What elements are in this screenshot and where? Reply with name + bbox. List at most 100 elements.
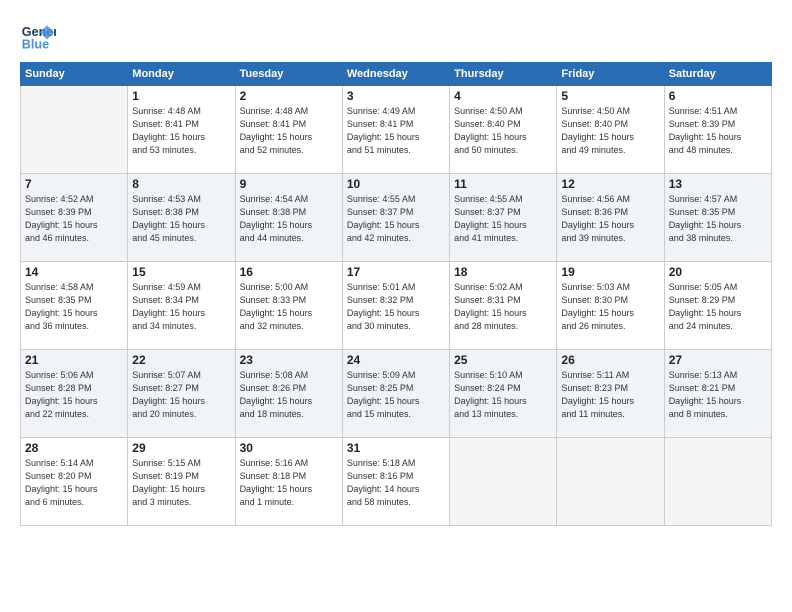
cell-info: Sunrise: 4:55 AM Sunset: 8:37 PM Dayligh… bbox=[454, 193, 552, 245]
day-number: 10 bbox=[347, 177, 445, 191]
day-number: 20 bbox=[669, 265, 767, 279]
calendar-cell bbox=[664, 438, 771, 526]
calendar-cell: 10 Sunrise: 4:55 AM Sunset: 8:37 PM Dayli… bbox=[342, 174, 449, 262]
day-number: 30 bbox=[240, 441, 338, 455]
calendar-cell: 17Sunrise: 5:01 AM Sunset: 8:32 PM Dayli… bbox=[342, 262, 449, 350]
day-number: 22 bbox=[132, 353, 230, 367]
calendar-cell: 20 Sunrise: 5:05 AM Sunset: 8:29 PM Dayli… bbox=[664, 262, 771, 350]
cell-info: Sunrise: 4:52 AM Sunset: 8:39 PM Dayligh… bbox=[25, 193, 123, 245]
week-row-3: 14 Sunrise: 4:58 AM Sunset: 8:35 PM Dayli… bbox=[21, 262, 772, 350]
cell-info: Sunrise: 5:03 AM Sunset: 8:30 PM Dayligh… bbox=[561, 281, 659, 333]
logo: General Blue bbox=[20, 18, 60, 54]
weekday-header-saturday: Saturday bbox=[664, 63, 771, 86]
day-number: 14 bbox=[25, 265, 123, 279]
day-number: 7 bbox=[25, 177, 123, 191]
calendar-cell: 18 Sunrise: 5:02 AM Sunset: 8:31 PM Dayli… bbox=[450, 262, 557, 350]
calendar: SundayMondayTuesdayWednesdayThursdayFrid… bbox=[20, 62, 772, 526]
calendar-cell: 5Sunrise: 4:50 AM Sunset: 8:40 PM Daylig… bbox=[557, 86, 664, 174]
calendar-cell: 9 Sunrise: 4:54 AM Sunset: 8:38 PM Daylig… bbox=[235, 174, 342, 262]
day-number: 9 bbox=[240, 177, 338, 191]
cell-info: Sunrise: 4:48 AM Sunset: 8:41 PM Dayligh… bbox=[240, 105, 338, 157]
calendar-cell: 21Sunrise: 5:06 AM Sunset: 8:28 PM Dayli… bbox=[21, 350, 128, 438]
calendar-cell: 23 Sunrise: 5:08 AM Sunset: 8:26 PM Dayli… bbox=[235, 350, 342, 438]
calendar-cell: 16 Sunrise: 5:00 AM Sunset: 8:33 PM Dayli… bbox=[235, 262, 342, 350]
day-number: 11 bbox=[454, 177, 552, 191]
calendar-cell: 31Sunrise: 5:18 AM Sunset: 8:16 PM Dayli… bbox=[342, 438, 449, 526]
calendar-cell: 6Sunrise: 4:51 AM Sunset: 8:39 PM Daylig… bbox=[664, 86, 771, 174]
header: General Blue bbox=[20, 18, 772, 54]
week-row-5: 28 Sunrise: 5:14 AM Sunset: 8:20 PM Dayli… bbox=[21, 438, 772, 526]
calendar-cell bbox=[557, 438, 664, 526]
calendar-cell: 15 Sunrise: 4:59 AM Sunset: 8:34 PM Dayli… bbox=[128, 262, 235, 350]
cell-info: Sunrise: 4:56 AM Sunset: 8:36 PM Dayligh… bbox=[561, 193, 659, 245]
day-number: 3 bbox=[347, 89, 445, 103]
logo-icon: General Blue bbox=[20, 18, 56, 54]
cell-info: Sunrise: 5:14 AM Sunset: 8:20 PM Dayligh… bbox=[25, 457, 123, 509]
calendar-cell: 8Sunrise: 4:53 AM Sunset: 8:38 PM Daylig… bbox=[128, 174, 235, 262]
day-number: 12 bbox=[561, 177, 659, 191]
cell-info: Sunrise: 4:58 AM Sunset: 8:35 PM Dayligh… bbox=[25, 281, 123, 333]
day-number: 2 bbox=[240, 89, 338, 103]
day-number: 25 bbox=[454, 353, 552, 367]
calendar-cell: 24 Sunrise: 5:09 AM Sunset: 8:25 PM Dayli… bbox=[342, 350, 449, 438]
cell-info: Sunrise: 5:08 AM Sunset: 8:26 PM Dayligh… bbox=[240, 369, 338, 421]
calendar-cell: 30 Sunrise: 5:16 AM Sunset: 8:18 PM Dayli… bbox=[235, 438, 342, 526]
day-number: 16 bbox=[240, 265, 338, 279]
weekday-header-tuesday: Tuesday bbox=[235, 63, 342, 86]
day-number: 26 bbox=[561, 353, 659, 367]
cell-info: Sunrise: 4:54 AM Sunset: 8:38 PM Dayligh… bbox=[240, 193, 338, 245]
calendar-cell: 27Sunrise: 5:13 AM Sunset: 8:21 PM Dayli… bbox=[664, 350, 771, 438]
day-number: 19 bbox=[561, 265, 659, 279]
calendar-cell: 26 Sunrise: 5:11 AM Sunset: 8:23 PM Dayli… bbox=[557, 350, 664, 438]
cell-info: Sunrise: 4:50 AM Sunset: 8:40 PM Dayligh… bbox=[454, 105, 552, 157]
day-number: 8 bbox=[132, 177, 230, 191]
day-number: 27 bbox=[669, 353, 767, 367]
cell-info: Sunrise: 4:55 AM Sunset: 8:37 PM Dayligh… bbox=[347, 193, 445, 245]
weekday-header-monday: Monday bbox=[128, 63, 235, 86]
day-number: 24 bbox=[347, 353, 445, 367]
day-number: 15 bbox=[132, 265, 230, 279]
week-row-2: 7 Sunrise: 4:52 AM Sunset: 8:39 PM Daylig… bbox=[21, 174, 772, 262]
calendar-cell bbox=[450, 438, 557, 526]
cell-info: Sunrise: 4:57 AM Sunset: 8:35 PM Dayligh… bbox=[669, 193, 767, 245]
cell-info: Sunrise: 4:49 AM Sunset: 8:41 PM Dayligh… bbox=[347, 105, 445, 157]
cell-info: Sunrise: 4:59 AM Sunset: 8:34 PM Dayligh… bbox=[132, 281, 230, 333]
cell-info: Sunrise: 5:09 AM Sunset: 8:25 PM Dayligh… bbox=[347, 369, 445, 421]
calendar-cell: 14 Sunrise: 4:58 AM Sunset: 8:35 PM Dayli… bbox=[21, 262, 128, 350]
cell-info: Sunrise: 5:10 AM Sunset: 8:24 PM Dayligh… bbox=[454, 369, 552, 421]
cell-info: Sunrise: 5:00 AM Sunset: 8:33 PM Dayligh… bbox=[240, 281, 338, 333]
week-row-1: 1 Sunrise: 4:48 AM Sunset: 8:41 PM Daylig… bbox=[21, 86, 772, 174]
weekday-header-sunday: Sunday bbox=[21, 63, 128, 86]
calendar-cell: 22Sunrise: 5:07 AM Sunset: 8:27 PM Dayli… bbox=[128, 350, 235, 438]
weekday-header-friday: Friday bbox=[557, 63, 664, 86]
cell-info: Sunrise: 5:05 AM Sunset: 8:29 PM Dayligh… bbox=[669, 281, 767, 333]
cell-info: Sunrise: 5:11 AM Sunset: 8:23 PM Dayligh… bbox=[561, 369, 659, 421]
day-number: 18 bbox=[454, 265, 552, 279]
calendar-cell: 29 Sunrise: 5:15 AM Sunset: 8:19 PM Dayli… bbox=[128, 438, 235, 526]
weekday-header-wednesday: Wednesday bbox=[342, 63, 449, 86]
day-number: 1 bbox=[132, 89, 230, 103]
day-number: 28 bbox=[25, 441, 123, 455]
cell-info: Sunrise: 5:16 AM Sunset: 8:18 PM Dayligh… bbox=[240, 457, 338, 509]
calendar-cell: 11 Sunrise: 4:55 AM Sunset: 8:37 PM Dayli… bbox=[450, 174, 557, 262]
day-number: 13 bbox=[669, 177, 767, 191]
day-number: 6 bbox=[669, 89, 767, 103]
week-row-4: 21Sunrise: 5:06 AM Sunset: 8:28 PM Dayli… bbox=[21, 350, 772, 438]
calendar-cell: 19 Sunrise: 5:03 AM Sunset: 8:30 PM Dayli… bbox=[557, 262, 664, 350]
svg-text:Blue: Blue bbox=[22, 38, 49, 52]
cell-info: Sunrise: 5:06 AM Sunset: 8:28 PM Dayligh… bbox=[25, 369, 123, 421]
cell-info: Sunrise: 5:02 AM Sunset: 8:31 PM Dayligh… bbox=[454, 281, 552, 333]
day-number: 5 bbox=[561, 89, 659, 103]
weekday-header-row: SundayMondayTuesdayWednesdayThursdayFrid… bbox=[21, 63, 772, 86]
calendar-cell: 2 Sunrise: 4:48 AM Sunset: 8:41 PM Daylig… bbox=[235, 86, 342, 174]
cell-info: Sunrise: 5:01 AM Sunset: 8:32 PM Dayligh… bbox=[347, 281, 445, 333]
day-number: 29 bbox=[132, 441, 230, 455]
calendar-cell: 13 Sunrise: 4:57 AM Sunset: 8:35 PM Dayli… bbox=[664, 174, 771, 262]
calendar-cell bbox=[21, 86, 128, 174]
calendar-cell: 12 Sunrise: 4:56 AM Sunset: 8:36 PM Dayli… bbox=[557, 174, 664, 262]
day-number: 23 bbox=[240, 353, 338, 367]
calendar-cell: 4Sunrise: 4:50 AM Sunset: 8:40 PM Daylig… bbox=[450, 86, 557, 174]
calendar-cell: 7 Sunrise: 4:52 AM Sunset: 8:39 PM Daylig… bbox=[21, 174, 128, 262]
day-number: 31 bbox=[347, 441, 445, 455]
cell-info: Sunrise: 5:15 AM Sunset: 8:19 PM Dayligh… bbox=[132, 457, 230, 509]
